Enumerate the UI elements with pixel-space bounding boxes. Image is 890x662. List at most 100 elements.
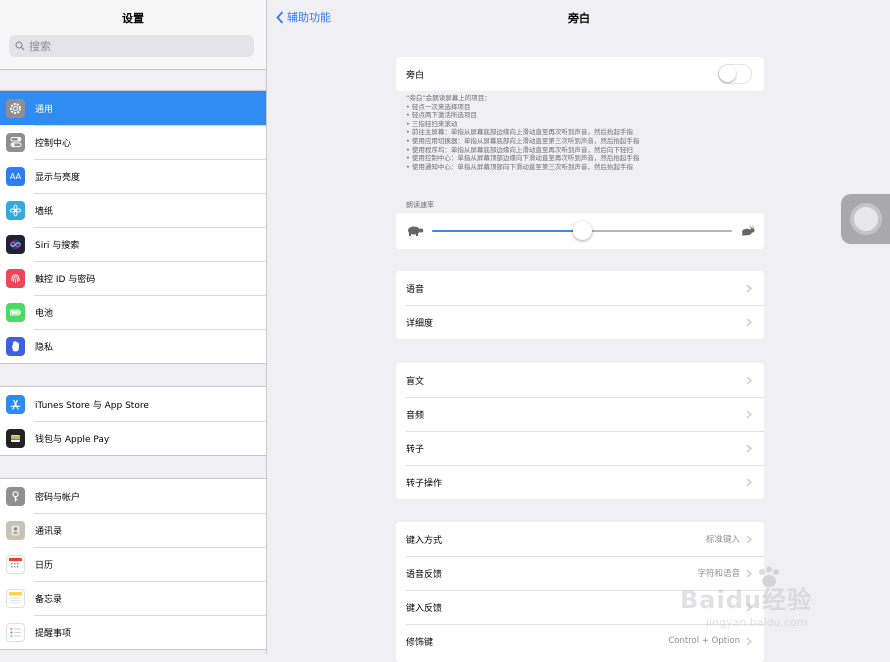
settings-row-verbosity[interactable]: 详细度 xyxy=(396,305,764,339)
app-store-icon xyxy=(6,394,25,414)
sidebar-item-wallpaper[interactable]: 墙纸 xyxy=(0,193,266,227)
aa-icon: AA xyxy=(6,166,25,186)
chevron-right-icon xyxy=(746,637,752,645)
sidebar-item-wallet[interactable]: 钱包与 Apple Pay xyxy=(0,421,266,455)
description-line: • 前往主屏幕：单指从屏幕底部边缘向上滑动直至再次听到声音，然后抬起手指 xyxy=(406,128,633,137)
row-label: 转子操作 xyxy=(406,478,443,489)
sidebar-item-label: 控制中心 xyxy=(35,138,72,149)
sidebar-item-general[interactable]: 通用 xyxy=(0,91,266,125)
sidebar-item-label: 备忘录 xyxy=(35,594,63,605)
sidebar-item-label: 密码与帐户 xyxy=(35,492,81,503)
row-label: 语音反馈 xyxy=(406,569,443,580)
row-label: 音频 xyxy=(406,410,425,421)
sidebar-item-label: 通讯录 xyxy=(35,526,63,537)
sidebar-item-control-center[interactable]: 控制中心 xyxy=(0,125,266,159)
hare-icon xyxy=(742,224,755,236)
description-line: • 轻点一次来选择项目 xyxy=(406,102,471,111)
assistive-touch-center xyxy=(853,207,878,231)
speaking-rate-header: 朗读速率 xyxy=(406,201,434,209)
braille-audio-card: 盲文 音频 转子 转子操作 xyxy=(396,363,764,499)
description-line: “旁白”会朗读屏幕上的项目： xyxy=(406,94,491,102)
description-line: • 使用程序坞：单指从屏幕底部边缘向上滑动直至再次听到声音，然后向下轻扫 xyxy=(406,145,633,154)
row-value: 字符和语音 xyxy=(697,569,740,579)
sidebar-item-siri[interactable]: Siri 与搜索 xyxy=(0,227,266,261)
sidebar-item-label: 墙纸 xyxy=(35,206,54,217)
voiceover-toggle[interactable] xyxy=(718,64,752,84)
settings-sidebar: 设置 搜索 通用 控制中心 AA 显示与亮度 墙纸 Siri 与搜索 触控 ID… xyxy=(0,0,267,654)
search-input[interactable]: 搜索 xyxy=(9,35,254,57)
speech-settings-card: 语音 详细度 xyxy=(396,271,764,339)
description-line: • 使用通知中心：单指从屏幕顶部向下滑动直至第三次听到声音，然后抬起手指 xyxy=(406,162,633,171)
assistive-touch-button[interactable] xyxy=(841,194,890,244)
fingerprint-icon xyxy=(6,268,25,288)
sidebar-title: 设置 xyxy=(122,12,144,25)
sidebar-item-label: Siri 与搜索 xyxy=(35,240,80,251)
search-placeholder: 搜索 xyxy=(29,40,51,53)
sidebar-item-display[interactable]: AA 显示与亮度 xyxy=(0,159,266,193)
sidebar-item-app-store[interactable]: iTunes Store 与 App Store xyxy=(0,387,266,421)
settings-row-modifier-keys[interactable]: 修饰键 Control + Option xyxy=(396,624,764,658)
settings-row-speech[interactable]: 语音 xyxy=(396,271,764,305)
sidebar-group-2: iTunes Store 与 App Store 钱包与 Apple Pay xyxy=(0,386,266,456)
reminders-icon xyxy=(6,622,25,642)
settings-row-rotor-actions[interactable]: 转子操作 xyxy=(396,465,764,499)
notes-icon xyxy=(6,588,25,608)
voiceover-pane: 辅助功能 旁白 旁白 “旁白”会朗读屏幕上的项目： • 轻点一次来选择项目 • … xyxy=(268,0,890,662)
settings-row-audio[interactable]: 音频 xyxy=(396,397,764,431)
row-value: Control + Option xyxy=(668,636,740,646)
voiceover-toggle-label: 旁白 xyxy=(406,70,425,81)
chevron-right-icon xyxy=(746,318,752,326)
calendar-icon xyxy=(6,554,25,574)
wallet-icon xyxy=(6,428,25,448)
battery-icon xyxy=(6,302,25,322)
sidebar-item-privacy[interactable]: 隐私 xyxy=(0,329,266,363)
settings-row-typing-feedback[interactable]: 语音反馈 字符和语音 xyxy=(396,556,764,590)
settings-row-typing-style[interactable]: 键入方式 标准键入 xyxy=(396,522,764,556)
speaking-rate-card xyxy=(396,213,764,249)
settings-row-keyboard-feedback[interactable]: 键入反馈 xyxy=(396,590,764,624)
settings-row-rotor[interactable]: 转子 xyxy=(396,431,764,465)
description-line: • 轻点两下激活所选项目 xyxy=(406,111,477,120)
sidebar-group-3: 密码与帐户 通讯录 日历 备忘录 提醒事项 xyxy=(0,478,266,650)
sidebar-item-label: 显示与亮度 xyxy=(35,172,81,183)
toggle-knob xyxy=(719,65,736,82)
typing-settings-card: 键入方式 标准键入 语音反馈 字符和语音 键入反馈 修饰键 Control + … xyxy=(396,522,764,662)
sidebar-item-label: 通用 xyxy=(35,104,54,115)
sidebar-header: 设置 搜索 xyxy=(0,0,266,70)
sidebar-item-passwords[interactable]: 密码与帐户 xyxy=(0,479,266,513)
search-icon xyxy=(15,41,25,51)
sidebar-item-notes[interactable]: 备忘录 xyxy=(0,581,266,615)
siri-icon xyxy=(6,234,25,254)
sidebar-item-label: iTunes Store 与 App Store xyxy=(35,400,149,411)
sidebar-item-contacts[interactable]: 通讯录 xyxy=(0,513,266,547)
switches-icon xyxy=(6,132,25,152)
voiceover-toggle-card: 旁白 xyxy=(396,57,764,91)
flower-icon xyxy=(6,200,25,220)
sidebar-item-reminders[interactable]: 提醒事项 xyxy=(0,615,266,649)
navigation-bar: 辅助功能 旁白 xyxy=(268,0,890,36)
row-value: 标准键入 xyxy=(705,535,740,545)
description-line: • 使用应用切换器：单指从屏幕底部向上滑动直至第三次听到声音，然后抬起手指 xyxy=(406,136,640,145)
row-label: 转子 xyxy=(406,444,425,455)
sidebar-item-label: 电池 xyxy=(35,308,54,319)
assistive-touch-ring xyxy=(849,203,882,235)
key-icon xyxy=(6,486,25,506)
sidebar-item-calendar[interactable]: 日历 xyxy=(0,547,266,581)
chevron-right-icon xyxy=(746,569,752,577)
row-label: 键入反馈 xyxy=(406,603,443,614)
chevron-right-icon xyxy=(746,444,752,452)
slider-thumb[interactable] xyxy=(572,221,592,240)
sidebar-item-label: 隐私 xyxy=(35,342,54,353)
voiceover-toggle-row: 旁白 xyxy=(396,57,764,91)
contacts-icon xyxy=(6,520,25,540)
sidebar-item-label: 提醒事项 xyxy=(35,628,72,639)
row-label: 语音 xyxy=(406,284,425,295)
settings-row-braille[interactable]: 盲文 xyxy=(396,363,764,397)
gear-icon xyxy=(6,98,25,118)
chevron-right-icon xyxy=(746,603,752,611)
sidebar-group-1: 通用 控制中心 AA 显示与亮度 墙纸 Siri 与搜索 触控 ID 与密码 电… xyxy=(0,90,266,364)
page-title: 旁白 xyxy=(568,12,590,25)
sidebar-item-label: 日历 xyxy=(35,560,54,571)
sidebar-item-touch-id[interactable]: 触控 ID 与密码 xyxy=(0,261,266,295)
sidebar-item-battery[interactable]: 电池 xyxy=(0,295,266,329)
